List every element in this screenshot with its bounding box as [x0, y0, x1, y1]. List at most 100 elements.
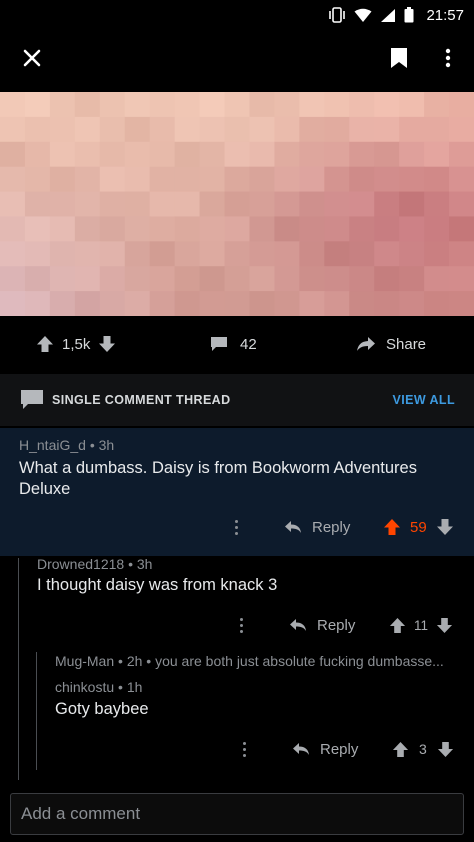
comment-author[interactable]: Drowned1218 — [37, 556, 124, 572]
comment-body: I thought daisy was from knack 3 — [37, 576, 278, 594]
image-mosaic-tile — [24, 92, 51, 118]
image-mosaic-tile — [24, 191, 51, 218]
comment-actions — [227, 515, 245, 539]
image-mosaic-tile — [299, 116, 325, 143]
image-mosaic-tile — [274, 266, 300, 292]
image-mosaic-tile — [349, 166, 375, 193]
comment-more-button[interactable] — [232, 613, 250, 637]
image-mosaic-tile — [374, 92, 400, 118]
image-mosaic-tile — [449, 92, 474, 118]
image-mosaic-tile — [149, 241, 176, 267]
reply-button[interactable]: Reply — [284, 515, 350, 539]
comment-more-button[interactable] — [227, 515, 245, 539]
reply-label: Reply — [312, 518, 351, 536]
share-icon — [356, 336, 376, 352]
upvote-icon[interactable] — [392, 741, 409, 758]
image-mosaic-tile — [124, 166, 151, 193]
status-bar: 21:57 — [0, 0, 474, 30]
image-mosaic-tile — [249, 92, 276, 118]
image-mosaic-tile — [299, 166, 325, 193]
image-mosaic-tile — [24, 266, 51, 292]
parent-comment-preview[interactable]: Mug-Man • 2h • you are both just absolut… — [55, 653, 465, 669]
comment-body: Goty baybee — [55, 700, 149, 718]
downvote-icon[interactable] — [98, 335, 116, 353]
image-mosaic-tile — [324, 191, 350, 218]
image-mosaic-tile — [374, 191, 400, 218]
parent-age: 2h — [126, 653, 143, 669]
downvote-icon[interactable] — [437, 741, 454, 758]
image-mosaic-tile — [99, 191, 126, 218]
bookmark-button[interactable] — [377, 30, 421, 90]
add-comment-input[interactable] — [21, 804, 463, 824]
image-mosaic-tile — [99, 92, 126, 118]
downvote-icon[interactable] — [436, 617, 453, 634]
comment-author[interactable]: H_ntaiG_d — [19, 437, 86, 453]
image-mosaic-tile — [249, 241, 276, 267]
share-label: Share — [386, 335, 427, 353]
comment-more-button[interactable] — [235, 737, 253, 761]
image-mosaic-tile — [174, 191, 201, 218]
more-vertical-icon — [445, 48, 451, 73]
image-mosaic-tile — [249, 141, 276, 168]
image-mosaic-tile — [199, 92, 226, 118]
reply-button[interactable]: Reply — [292, 737, 358, 761]
image-mosaic-tile — [349, 266, 375, 292]
image-mosaic-tile — [424, 116, 450, 143]
comment-score: 59 — [410, 518, 427, 536]
image-mosaic-tile — [99, 166, 126, 193]
comment-score: 11 — [414, 617, 429, 633]
comment-age: 3h — [136, 556, 153, 572]
view-all-link[interactable]: VIEW ALL — [393, 393, 455, 407]
reply-icon — [289, 618, 307, 632]
image-mosaic-tile — [449, 266, 474, 292]
image-mosaic-tile — [199, 166, 226, 193]
reply-label: Reply — [317, 616, 356, 634]
image-mosaic-tile — [174, 216, 201, 242]
image-mosaic-tile — [124, 191, 151, 218]
image-mosaic-tile — [199, 241, 226, 267]
upvote-icon[interactable] — [383, 518, 401, 536]
image-mosaic-tile — [424, 92, 450, 118]
image-mosaic-tile — [199, 191, 226, 218]
image-mosaic-tile — [449, 241, 474, 267]
post-image[interactable] — [0, 92, 474, 316]
post-score: 1,5k — [62, 335, 91, 353]
upvote-icon[interactable] — [389, 617, 406, 634]
image-mosaic-tile — [99, 291, 126, 316]
comment-actions — [232, 613, 250, 637]
image-mosaic-tile — [299, 92, 325, 118]
share-button[interactable]: Share — [356, 336, 426, 353]
upvote-icon[interactable] — [36, 335, 54, 353]
image-mosaic-tile — [299, 216, 325, 242]
image-mosaic-tile — [274, 141, 300, 168]
comment-score: 3 — [419, 741, 427, 757]
image-mosaic-tile — [249, 116, 276, 143]
comment-count: 42 — [240, 335, 257, 353]
image-mosaic-tile — [374, 116, 400, 143]
more-options-button[interactable] — [426, 30, 470, 90]
image-mosaic-tile — [399, 191, 425, 218]
image-mosaic-tile — [174, 92, 201, 118]
image-mosaic-tile — [199, 266, 226, 292]
image-mosaic-tile — [399, 141, 425, 168]
image-mosaic-tile — [99, 241, 126, 267]
image-mosaic-tile — [299, 141, 325, 168]
image-mosaic-tile — [299, 291, 325, 316]
image-mosaic-tile — [149, 191, 176, 218]
image-mosaic-tile — [449, 291, 474, 316]
comments-button[interactable]: 42 — [210, 336, 257, 353]
image-mosaic-tile — [74, 291, 101, 316]
image-mosaic-tile — [324, 291, 350, 316]
image-mosaic-tile — [74, 266, 101, 292]
comment-vote-group: 11 — [389, 613, 453, 637]
image-mosaic-tile — [0, 92, 26, 118]
image-mosaic-tile — [199, 291, 226, 316]
image-mosaic-tile — [74, 241, 101, 267]
downvote-icon[interactable] — [436, 518, 454, 536]
image-mosaic-tile — [349, 241, 375, 267]
comment-age: 1h — [126, 679, 143, 695]
image-mosaic-tile — [124, 92, 151, 118]
comment-author[interactable]: chinkostu — [55, 679, 114, 695]
close-button[interactable] — [10, 30, 54, 90]
reply-button[interactable]: Reply — [289, 613, 355, 637]
